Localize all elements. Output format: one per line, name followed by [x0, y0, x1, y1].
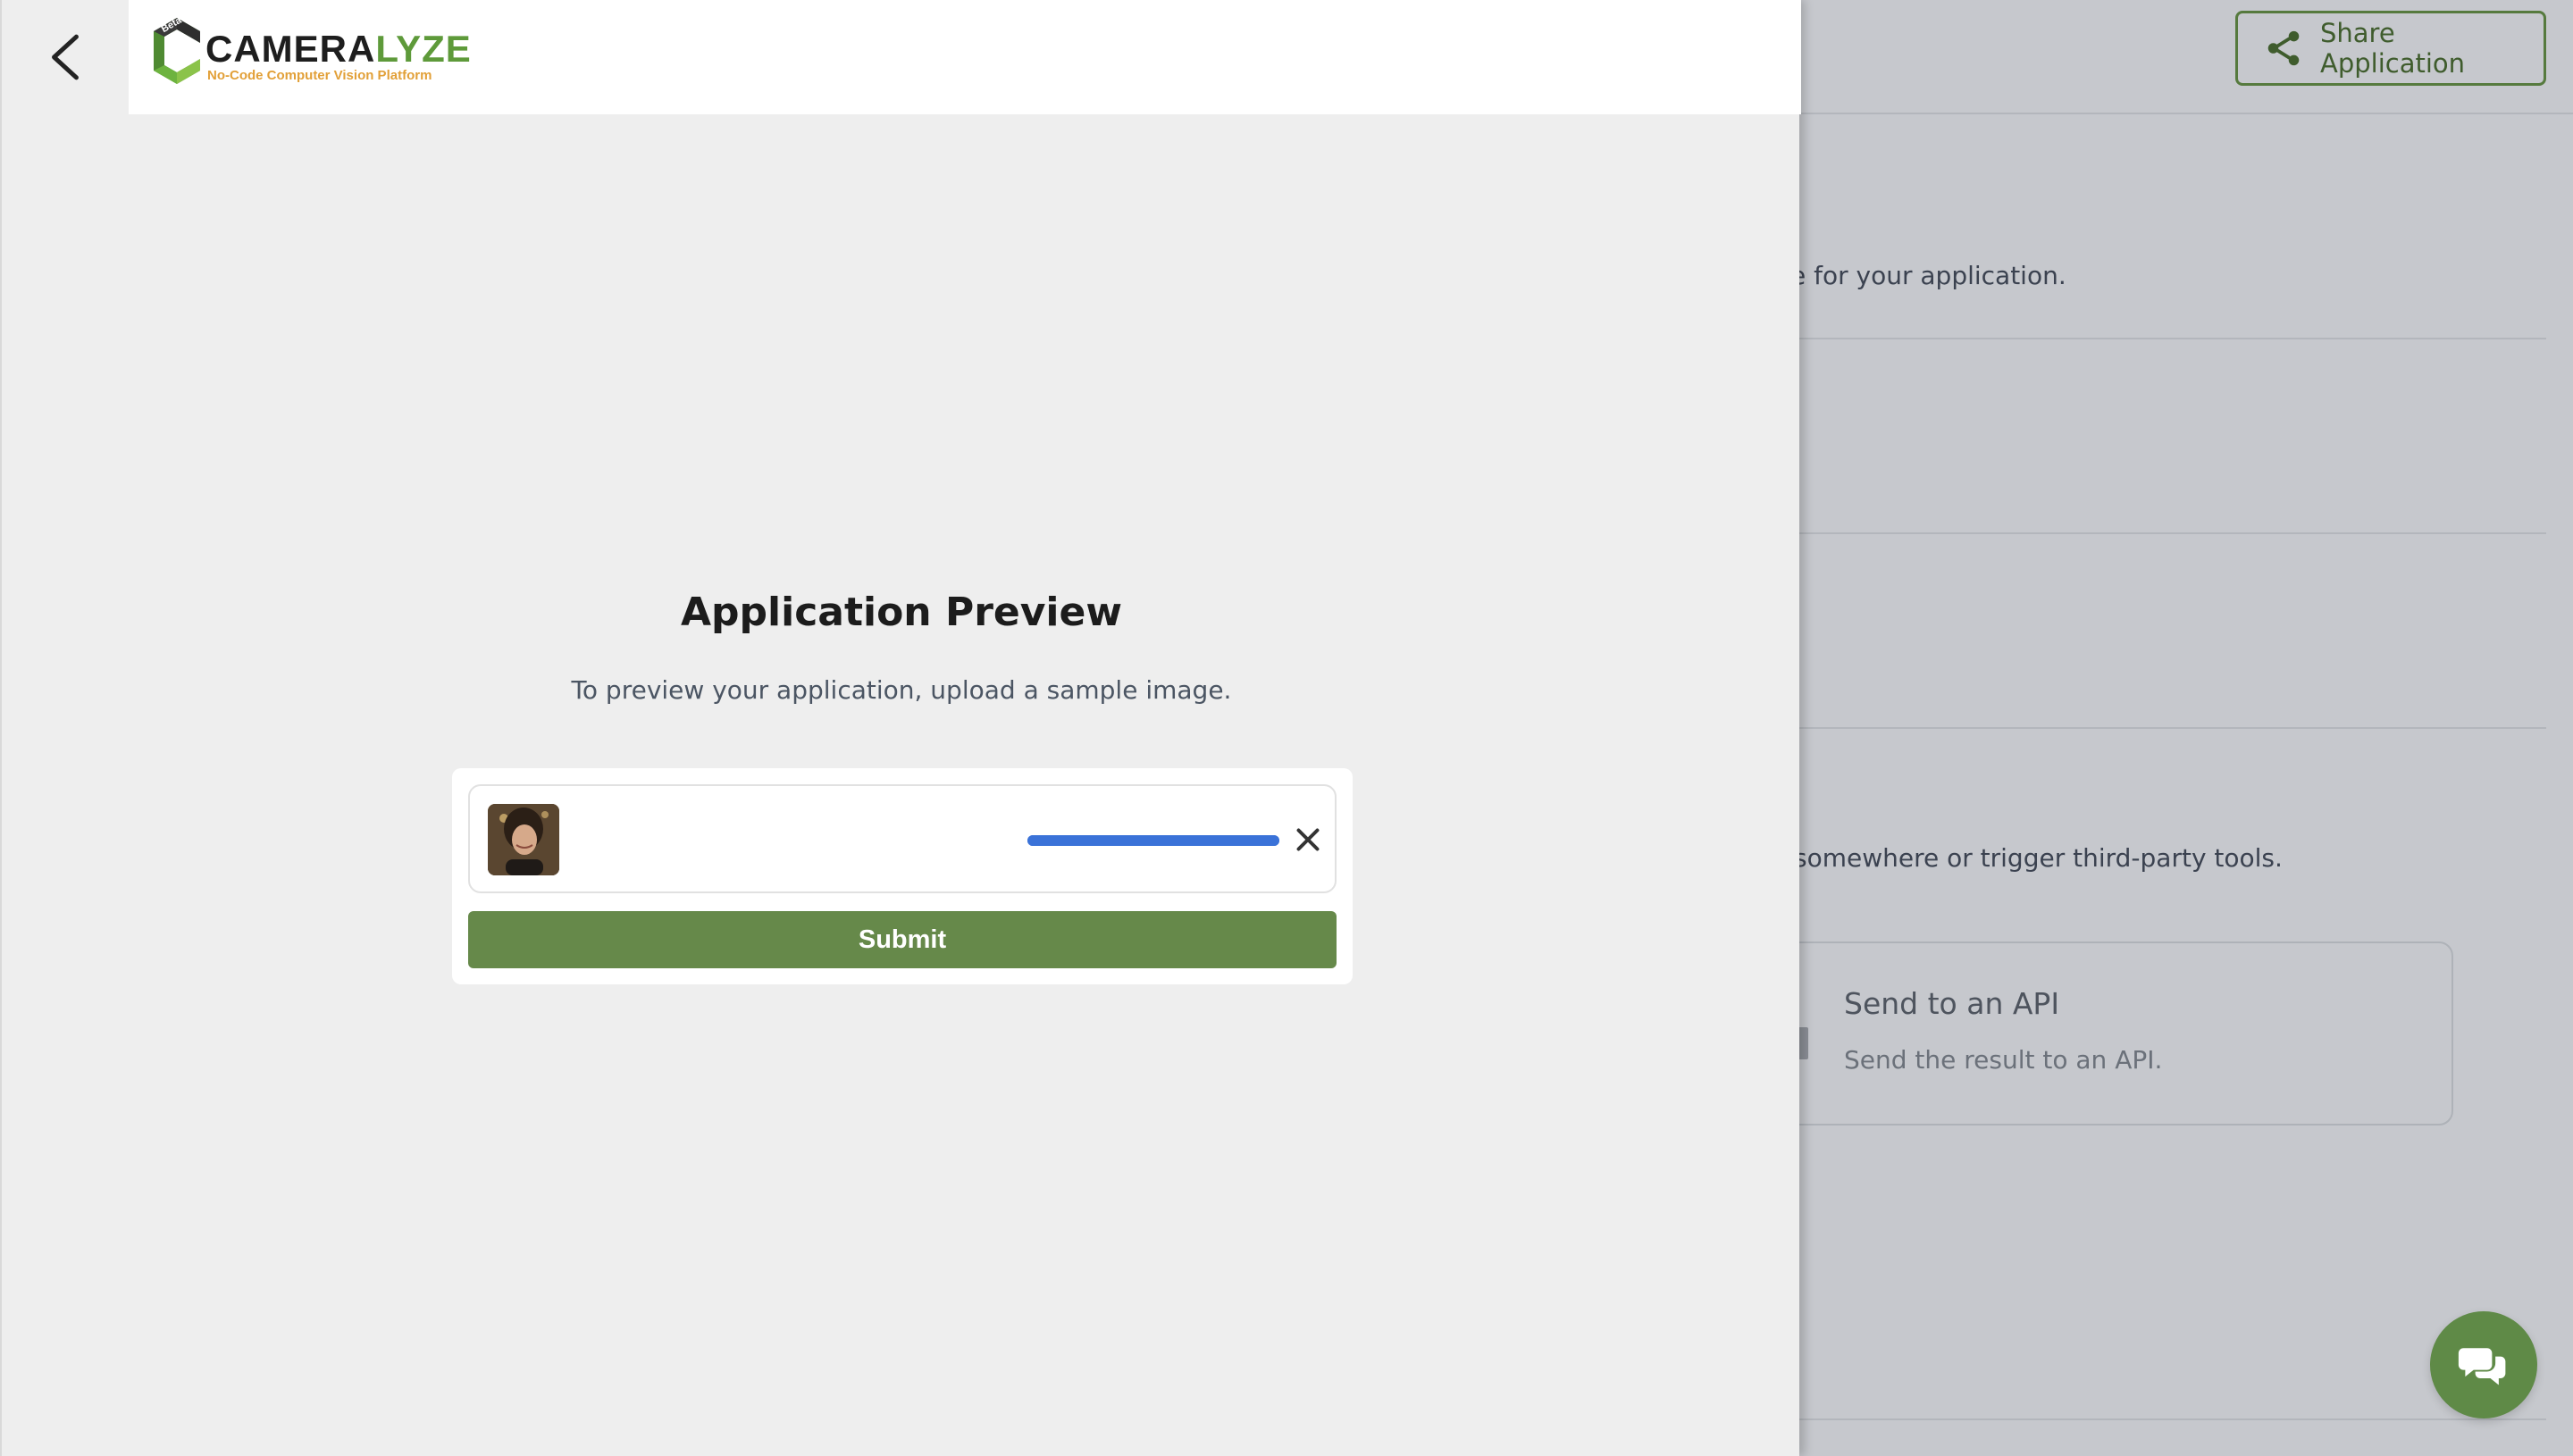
preview-panel: Beta CAMERALYZE No-Code Computer Vision … — [0, 0, 1801, 1456]
page-subtitle: To preview your application, upload a sa… — [571, 675, 1232, 705]
chat-bubbles-icon — [2458, 1348, 2506, 1385]
logo-wordmark-dark: CAMERA — [205, 28, 376, 70]
upload-progress-fill — [1027, 835, 1279, 846]
back-button[interactable] — [2, 0, 129, 114]
remove-file-button[interactable] — [1290, 822, 1326, 858]
send-to-api-title: Send to an API — [1844, 986, 2060, 1021]
portrait-thumbnail-icon — [488, 804, 559, 875]
chat-button[interactable] — [2430, 1311, 2537, 1418]
share-icon — [2267, 30, 2300, 66]
share-application-button[interactable]: Share Application — [2235, 11, 2546, 86]
background-text-third-party: somewhere or trigger third-party tools. — [1794, 843, 2283, 873]
page-title: Application Preview — [680, 590, 1122, 635]
send-to-api-description: Send the result to an API. — [1844, 1045, 2163, 1075]
logo-wordmark: CAMERALYZE — [205, 30, 472, 68]
upload-progress-bar — [1027, 835, 1279, 846]
image-thumbnail — [488, 804, 559, 875]
close-icon — [1296, 828, 1320, 851]
upload-form: Submit — [452, 768, 1353, 984]
background-text-application: e for your application. — [1790, 261, 2066, 290]
logo-tagline: No-Code Computer Vision Platform — [207, 68, 432, 83]
logo-wordmark-green: LYZE — [375, 28, 472, 70]
cameralyze-logo: Beta CAMERALYZE No-Code Computer Vision … — [152, 14, 491, 89]
chevron-left-icon — [52, 34, 79, 80]
submit-button[interactable]: Submit — [468, 911, 1337, 968]
share-application-label: Share Application — [2320, 18, 2466, 79]
uploaded-file-row — [468, 784, 1337, 893]
panel-header: Beta CAMERALYZE No-Code Computer Vision … — [2, 0, 1801, 114]
